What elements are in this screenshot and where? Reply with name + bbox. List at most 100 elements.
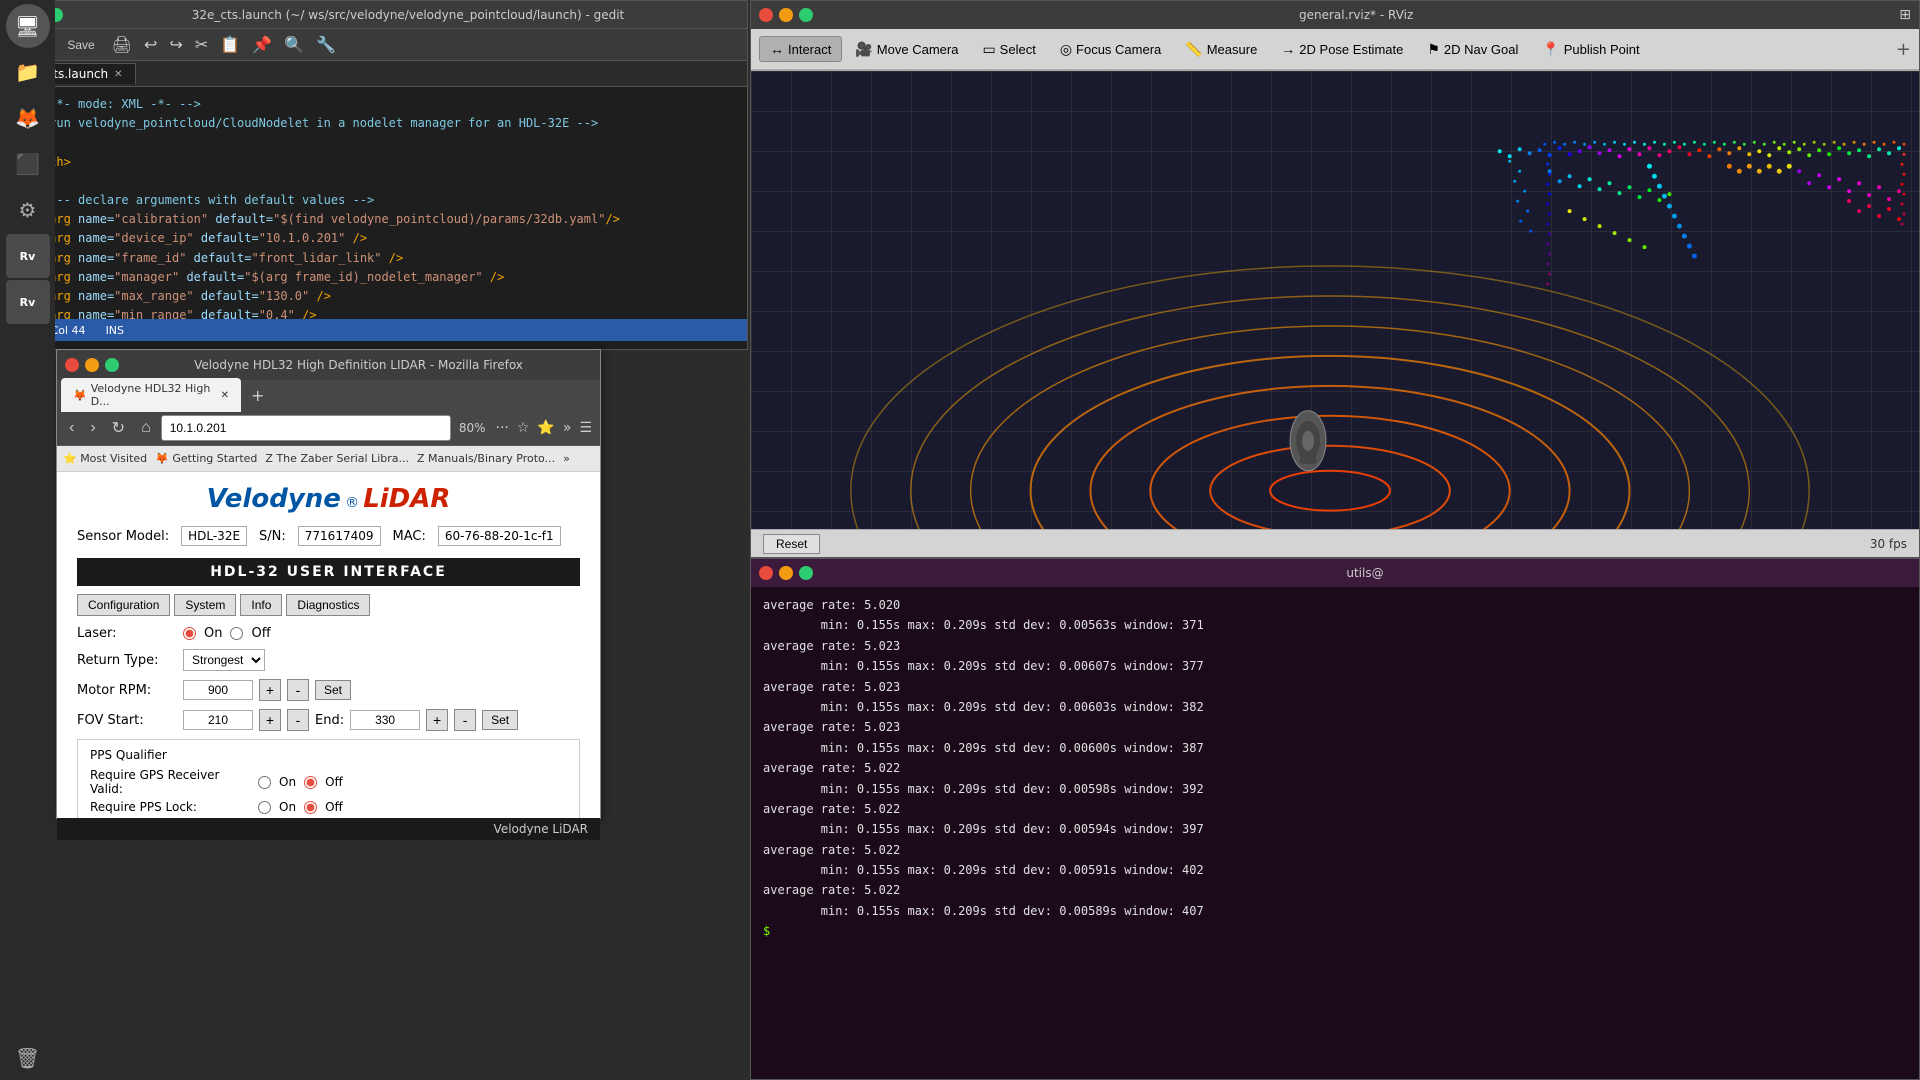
gps-recv-off-radio[interactable] (304, 776, 317, 789)
fov-set[interactable]: Set (482, 710, 518, 730)
copy-icon[interactable]: 📋 (216, 33, 244, 56)
bookmark-icon[interactable]: ☆ (515, 418, 532, 438)
more-btn[interactable]: ··· (494, 418, 511, 438)
pointcloud-visualization (751, 71, 1919, 529)
sidebar-icon-rviz[interactable]: Rv (6, 234, 50, 278)
forward-button[interactable]: › (84, 417, 101, 439)
star-icon[interactable]: ⭐ (535, 418, 556, 438)
paste-icon[interactable]: 📌 (248, 33, 276, 56)
rviz-viewport[interactable] (751, 71, 1919, 529)
sidebar-icon-terminal[interactable]: ⬛ (6, 142, 50, 186)
config-tab-diagnostics[interactable]: Diagnostics (286, 594, 370, 616)
hamburger-menu[interactable]: ☰ (577, 418, 594, 438)
redo-icon[interactable]: ↪ (165, 33, 186, 56)
sn-label: S/N: (259, 529, 286, 544)
tab-close-icon[interactable]: ✕ (114, 69, 122, 80)
sidebar-icon-rviz2[interactable]: Rv (6, 280, 50, 324)
terminal-output[interactable]: average rate: 5.020 min: 0.155s max: 0.2… (751, 587, 1919, 1079)
fov-end-minus[interactable]: - (454, 709, 476, 731)
code-line: <arg name="device_ip" default="10.1.0.20… (13, 229, 735, 248)
move-camera-tool[interactable]: 🎥 Move Camera (844, 36, 969, 63)
motor-rpm-plus[interactable]: + (259, 679, 281, 701)
rviz-add-icon[interactable]: + (1896, 39, 1911, 60)
code-line: <!-- run velodyne_pointcloud/CloudNodele… (13, 114, 735, 133)
rviz-min-btn[interactable] (779, 8, 793, 22)
reset-button[interactable]: Reset (763, 534, 820, 554)
gps-recv-on-radio[interactable] (258, 776, 271, 789)
firefox-tab-label: Velodyne HDL32 High D... (91, 382, 213, 408)
firefox-tab-bar: 🦊 Velodyne HDL32 High D... ✕ + (57, 380, 600, 410)
print-icon[interactable]: 🖨 (108, 33, 136, 56)
url-bar[interactable] (161, 415, 451, 441)
fov-start-minus[interactable]: - (287, 709, 309, 731)
firefox-tab-close[interactable]: ✕ (221, 390, 229, 401)
terminal-close-btn[interactable] (759, 566, 773, 580)
bm-zaber[interactable]: Z The Zaber Serial Libra... (265, 452, 409, 465)
firefox-titlebar: Velodyne HDL32 High Definition LIDAR - M… (57, 350, 600, 380)
publish-point-tool[interactable]: 📍 Publish Point (1531, 36, 1650, 63)
terminal-titlebar: utils@ (751, 559, 1919, 587)
motor-rpm-set[interactable]: Set (315, 680, 351, 700)
bm-most-visited[interactable]: ⭐ Most Visited (63, 452, 147, 465)
mac-value: 60-76-88-20-1c-f1 (438, 526, 561, 546)
2d-nav-tool[interactable]: ⚑ 2D Nav Goal (1416, 36, 1529, 63)
code-line: <!-- declare arguments with default valu… (13, 191, 735, 210)
bm-manuals[interactable]: Z Manuals/Binary Proto... (417, 452, 555, 465)
sidebar-icon-files[interactable]: 📁 (6, 50, 50, 94)
select-tool[interactable]: ▭ Select (971, 36, 1046, 63)
focus-camera-tool[interactable]: ◎ Focus Camera (1049, 36, 1172, 63)
motor-rpm-input[interactable]: 900 (183, 680, 253, 700)
measure-label: Measure (1207, 42, 1258, 57)
sidebar-icon-firefox[interactable]: 🦊 (6, 96, 50, 140)
bm-getting-started[interactable]: 🦊 Getting Started (155, 452, 257, 465)
fov-start-plus[interactable]: + (259, 709, 281, 731)
laser-label: Laser: (77, 626, 177, 641)
return-type-select[interactable]: Strongest Last Dual (183, 649, 265, 671)
pps-lock-on-radio[interactable] (258, 801, 271, 814)
home-button[interactable]: ⌂ (135, 417, 157, 439)
editor-panel: 32e_cts.launch (~/ ws/src/velodyne/velod… (0, 0, 748, 350)
terminal-max-btn[interactable] (799, 566, 813, 580)
replace-icon[interactable]: 🔧 (312, 33, 340, 56)
2d-pose-icon: → (1281, 41, 1295, 57)
cut-icon[interactable]: ✂ (191, 33, 212, 56)
sidebar-icon-system[interactable]: 🖥 (6, 4, 50, 48)
config-tab-configuration[interactable]: Configuration (77, 594, 170, 616)
search-icon[interactable]: 🔍 (280, 33, 308, 56)
new-tab-icon[interactable]: + (243, 386, 272, 405)
laser-off-radio[interactable] (230, 627, 243, 640)
rviz-extra-icon[interactable]: ⊞ (1899, 7, 1911, 23)
rviz-close-btn[interactable] (759, 8, 773, 22)
back-button[interactable]: ‹ (63, 417, 80, 439)
interact-tool[interactable]: ↔ Interact (759, 36, 842, 62)
firefox-min-btn[interactable] (85, 358, 99, 372)
code-editor[interactable]: <!-- -*- mode: XML -*- --> <!-- run velo… (1, 87, 747, 319)
firefox-close-btn[interactable] (65, 358, 79, 372)
reload-button[interactable]: ↻ (106, 416, 131, 440)
fov-end-plus[interactable]: + (426, 709, 448, 731)
bm-more[interactable]: » (563, 452, 570, 465)
gps-on-label: On (279, 775, 296, 789)
undo-icon[interactable]: ↩ (140, 33, 161, 56)
fov-start-input[interactable] (183, 710, 253, 730)
motor-rpm-minus[interactable]: - (287, 679, 309, 701)
measure-tool[interactable]: 📏 Measure (1174, 36, 1268, 63)
code-line: <launch> (13, 153, 735, 172)
terminal-min-btn[interactable] (779, 566, 793, 580)
fov-end-input[interactable] (350, 710, 420, 730)
rviz-max-btn[interactable] (799, 8, 813, 22)
save-button[interactable]: Save (58, 35, 103, 55)
config-tab-info[interactable]: Info (240, 594, 282, 616)
laser-on-radio[interactable] (183, 627, 196, 640)
sidebar-icon-misc[interactable]: 🗑 (6, 1036, 50, 1080)
terminal-line: average rate: 5.023 (763, 636, 1907, 656)
firefox-max-btn[interactable] (105, 358, 119, 372)
sidebar-icon-settings[interactable]: ⚙ (6, 188, 50, 232)
pps-lock-off-radio[interactable] (304, 801, 317, 814)
gps-off-label: Off (325, 775, 343, 789)
firefox-tab-active[interactable]: 🦊 Velodyne HDL32 High D... ✕ (61, 378, 241, 412)
2d-pose-tool[interactable]: → 2D Pose Estimate (1270, 36, 1414, 62)
sensor-model-value: HDL-32E (181, 526, 247, 546)
config-tab-system[interactable]: System (174, 594, 236, 616)
sidebar-toggle[interactable]: » (561, 418, 574, 438)
